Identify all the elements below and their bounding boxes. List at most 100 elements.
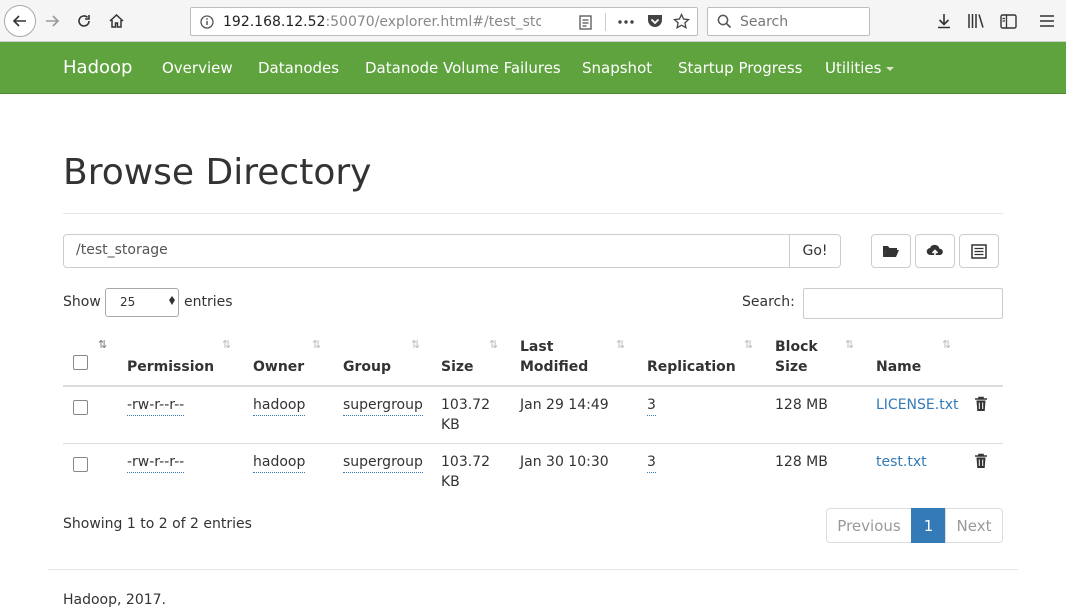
nav-overview[interactable]: Overview	[162, 59, 233, 77]
header-block-size-line2: Size	[775, 359, 808, 375]
show-label: Show	[63, 294, 101, 310]
header-block-size-line1: Block	[775, 339, 818, 355]
owner-cell[interactable]: hadoop	[253, 452, 306, 473]
browser-toolbar: 192.168.12.52:50070/explorer.html#/test_…	[0, 0, 1066, 42]
footer-divider	[48, 569, 1018, 570]
back-button[interactable]	[4, 5, 36, 37]
nav-datanode-volume-failures[interactable]: Datanode Volume Failures	[365, 59, 561, 77]
title-divider	[63, 213, 1003, 214]
sort-icon[interactable]: ⇅	[489, 338, 498, 351]
cut-paste-button[interactable]	[959, 234, 999, 268]
nav-utilities[interactable]: Utilities	[825, 59, 895, 77]
replication-cell[interactable]: 3	[647, 452, 656, 473]
block-size-cell: 128 MB	[775, 397, 828, 413]
header-name[interactable]: Name	[876, 357, 921, 377]
trash-icon[interactable]	[974, 453, 988, 469]
forward-button[interactable]	[40, 9, 64, 33]
arrow-left-icon	[12, 15, 26, 27]
next-page-button[interactable]: Next	[945, 508, 1003, 543]
header-owner[interactable]: Owner	[253, 357, 304, 377]
search-icon	[717, 14, 732, 29]
nav-utilities-label: Utilities	[825, 59, 882, 77]
home-button[interactable]	[104, 9, 128, 33]
reader-view-icon[interactable]	[579, 15, 592, 30]
entries-per-page-select[interactable]: 25	[105, 288, 179, 317]
reload-icon	[78, 15, 90, 27]
select-down-arrow-icon	[169, 300, 175, 305]
entries-label: entries	[184, 294, 233, 310]
search-placeholder: Search	[740, 14, 789, 30]
brand-link[interactable]: Hadoop	[63, 57, 132, 78]
bookmark-star-icon[interactable]	[673, 13, 690, 30]
replication-cell[interactable]: 3	[647, 395, 656, 416]
header-size[interactable]: Size	[441, 357, 474, 377]
header-group[interactable]: Group	[343, 357, 391, 377]
address-bar[interactable]: 192.168.12.52:50070/explorer.html#/test_…	[190, 7, 698, 36]
modified-cell: Jan 29 14:49	[520, 397, 609, 413]
nav-startup-progress[interactable]: Startup Progress	[678, 59, 802, 77]
url-text: 192.168.12.52:50070/explorer.html#/test_…	[223, 14, 541, 30]
list-alt-icon	[971, 243, 987, 259]
go-button[interactable]: Go!	[789, 234, 841, 268]
footer-text: Hadoop, 2017.	[63, 592, 166, 608]
sort-icon[interactable]: ⇅	[942, 338, 951, 351]
url-separator	[605, 13, 606, 31]
hamburger-icon	[1040, 15, 1054, 27]
previous-page-button[interactable]: Previous	[826, 508, 912, 543]
nav-snapshot[interactable]: Snapshot	[582, 59, 652, 77]
sort-icon[interactable]: ⇅	[222, 338, 231, 351]
owner-cell[interactable]: hadoop	[253, 395, 306, 416]
create-directory-button[interactable]	[871, 234, 911, 268]
sort-icon[interactable]: ⇅	[744, 338, 753, 351]
size-cell: 103.72 KB	[441, 395, 490, 435]
table-info: Showing 1 to 2 of 2 entries	[63, 516, 252, 532]
permission-cell[interactable]: -rw-r--r--	[127, 452, 185, 473]
header-last-modified[interactable]: Last Modified	[520, 337, 588, 377]
row-checkbox[interactable]	[73, 457, 88, 472]
sidebar-icon	[999, 13, 1017, 29]
file-name-link[interactable]: test.txt	[876, 452, 927, 472]
menu-button[interactable]	[1035, 9, 1059, 33]
entries-select-value: 25	[120, 295, 136, 309]
library-button[interactable]	[964, 9, 988, 33]
download-icon	[938, 14, 950, 29]
header-block-size[interactable]: Block Size	[775, 337, 818, 377]
header-last-modified-line1: Last	[520, 339, 554, 355]
row-checkbox[interactable]	[73, 400, 88, 415]
more-actions-icon[interactable]	[618, 20, 634, 24]
group-cell[interactable]: supergroup	[343, 395, 423, 416]
size-value: 103.72	[441, 397, 490, 413]
file-name-link[interactable]: LICENSE.txt	[876, 395, 958, 415]
arrow-right-icon	[46, 15, 60, 27]
size-unit: KB	[441, 417, 460, 433]
header-permission[interactable]: Permission	[127, 357, 214, 377]
library-icon	[968, 14, 984, 28]
modified-cell: Jan 30 10:30	[520, 454, 609, 470]
page-1-button[interactable]: 1	[911, 508, 946, 543]
select-all-checkbox[interactable]	[73, 355, 88, 370]
table-search-input[interactable]	[803, 288, 1003, 319]
permission-cell[interactable]: -rw-r--r--	[127, 395, 185, 416]
page-title: Browse Directory	[63, 152, 372, 193]
group-cell[interactable]: supergroup	[343, 452, 423, 473]
cloud-upload-icon	[926, 244, 943, 257]
sidebar-button[interactable]	[996, 9, 1020, 33]
pocket-icon[interactable]	[647, 14, 663, 29]
row-divider	[63, 443, 1003, 444]
sort-icon[interactable]: ⇅	[312, 338, 321, 351]
sort-icon[interactable]: ⇅	[845, 338, 854, 351]
directory-path-input[interactable]: /test_storage	[63, 234, 790, 268]
sort-icon[interactable]: ⇅	[411, 338, 420, 351]
sort-asc-icon[interactable]: ⇅	[98, 338, 107, 351]
sort-icon[interactable]: ⇅	[616, 338, 625, 351]
hadoop-navbar: Hadoop Overview Datanodes Datanode Volum…	[0, 42, 1066, 94]
trash-icon[interactable]	[974, 396, 988, 412]
caret-down-icon	[886, 66, 895, 71]
header-replication[interactable]: Replication	[647, 357, 736, 377]
nav-datanodes[interactable]: Datanodes	[258, 59, 339, 77]
table-search-label: Search:	[742, 294, 795, 310]
upload-files-button[interactable]	[915, 234, 955, 268]
downloads-button[interactable]	[932, 9, 956, 33]
reload-button[interactable]	[72, 9, 96, 33]
browser-search-bar[interactable]: Search	[707, 7, 870, 36]
